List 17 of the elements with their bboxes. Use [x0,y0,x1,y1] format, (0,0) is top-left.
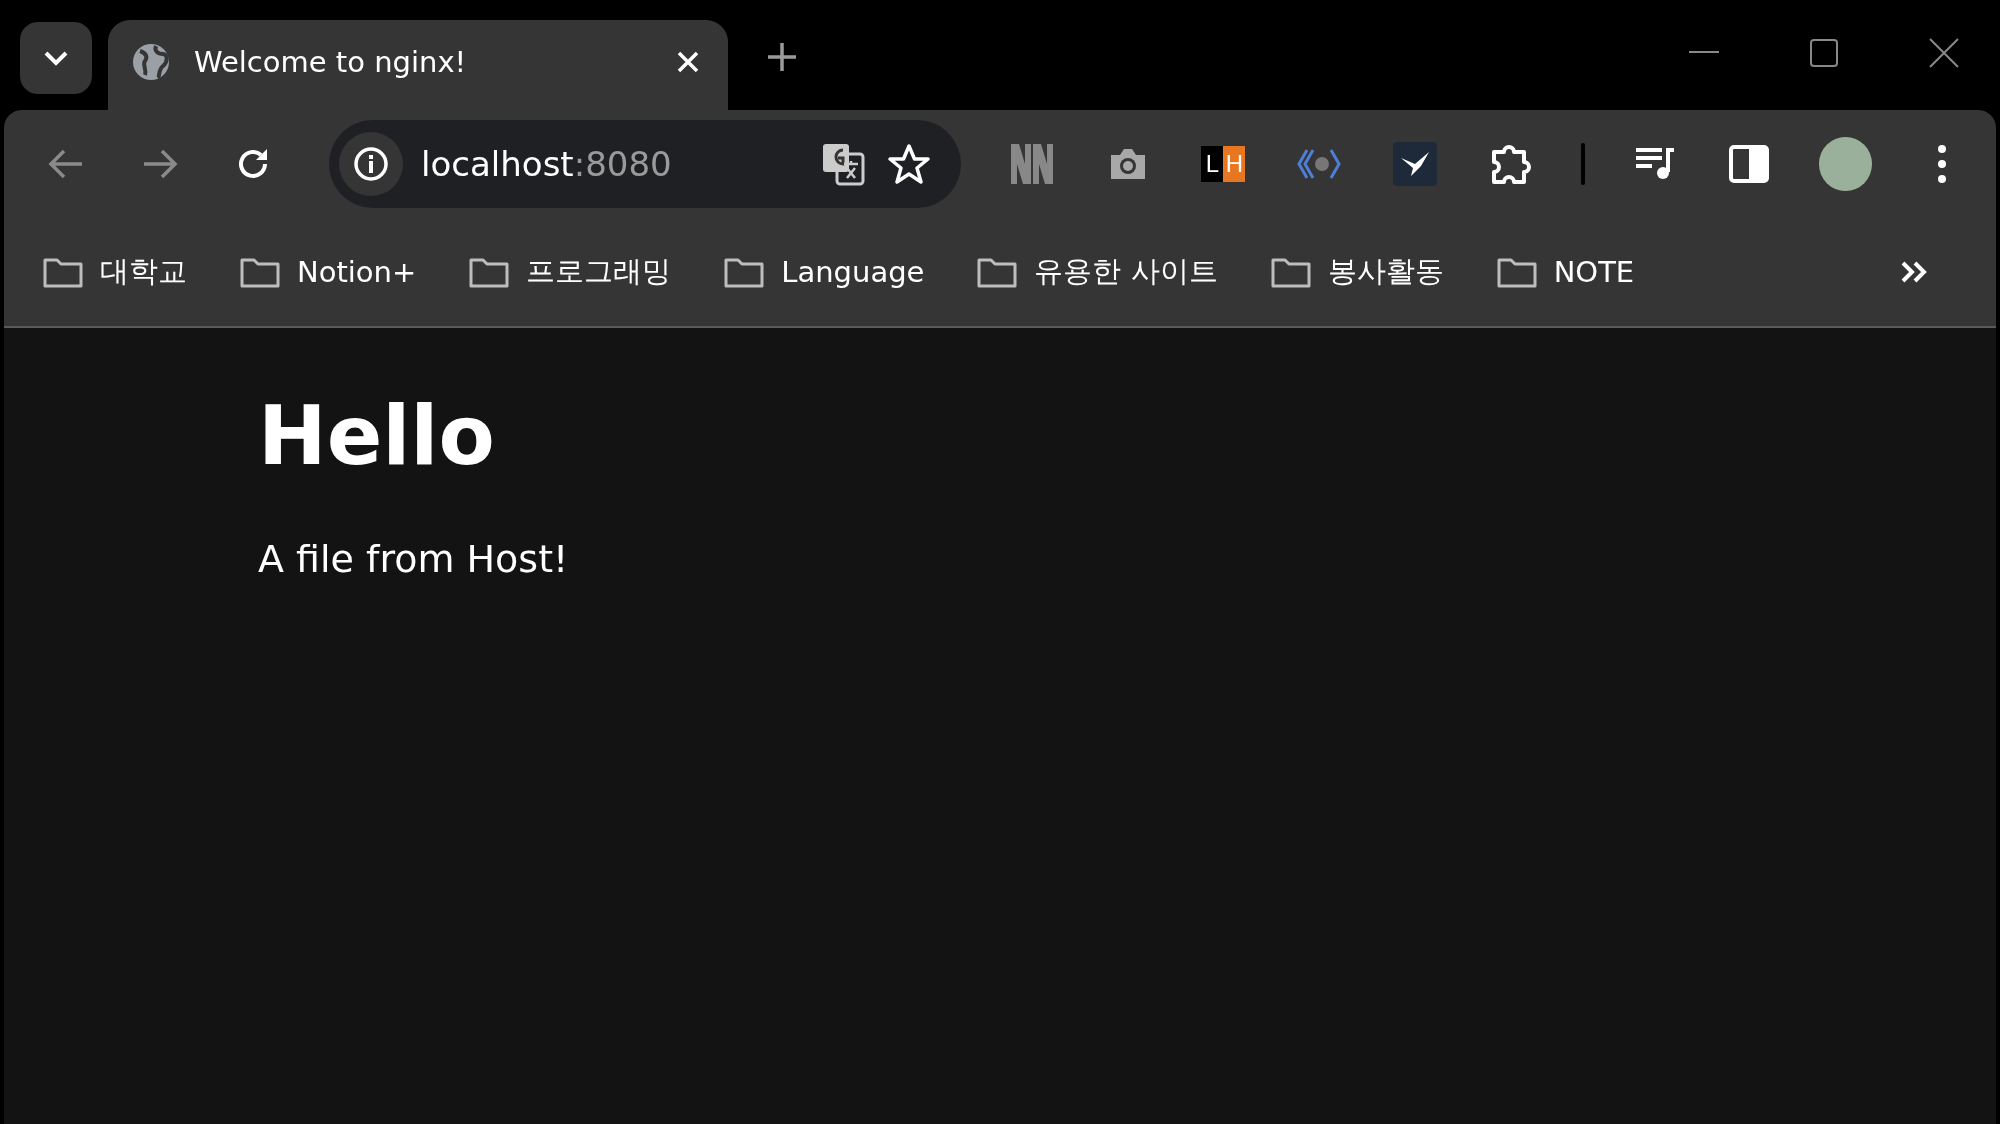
caret-icon [43,50,69,66]
url-text: localhost:8080 [421,144,673,184]
browser-tab[interactable]: Welcome to nginx! [108,20,728,110]
bookmark-folder[interactable]: 유용한 사이트 [976,252,1218,292]
bookmark-folder[interactable]: 봉사활동 [1269,252,1444,292]
page-paragraph: A file from Host! [258,537,570,581]
tab-title: Welcome to nginx! [194,45,468,79]
bookmark-folder[interactable]: NOTE [1495,255,1635,289]
info-icon[interactable] [339,132,404,196]
page-heading: Hello [258,388,496,483]
bookmark-folder[interactable]: Language [723,255,925,289]
tab-search-button[interactable] [20,22,92,94]
bookmark-folder[interactable]: 프로그래밍 [468,252,672,292]
bookmark-folder[interactable]: 대학교 [42,252,187,292]
bookmark-folder[interactable]: Notion+ [239,255,417,289]
globe-icon [132,43,170,81]
address-bar[interactable]: localhost:8080 [329,120,962,208]
